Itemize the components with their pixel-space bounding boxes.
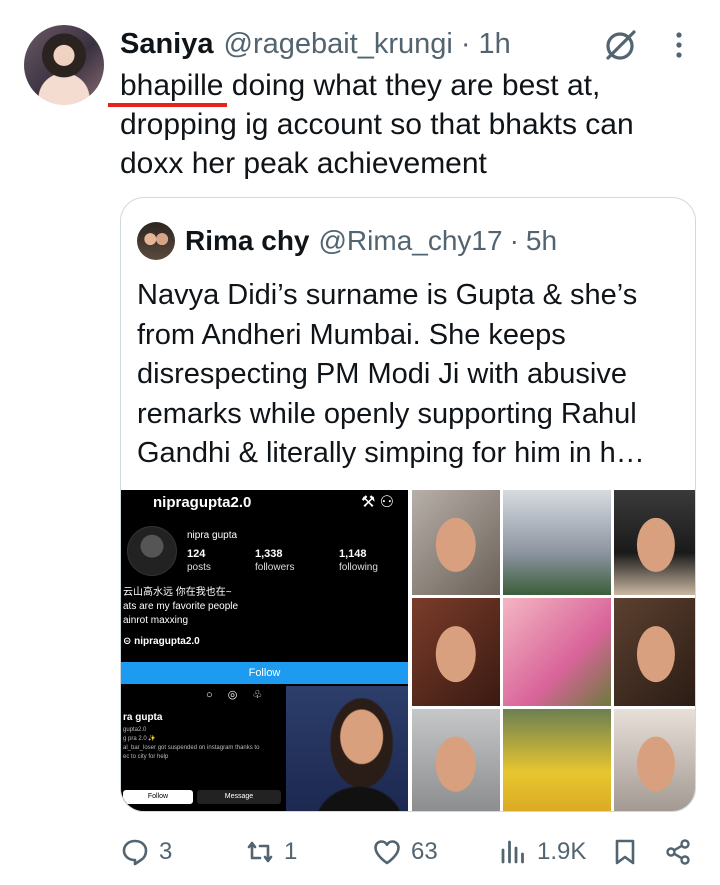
reply-count: 3 [159,838,173,865]
selfie-photo [286,686,408,811]
share-icon [666,839,690,865]
reply-icon [122,839,148,866]
heart-icon [374,840,400,865]
ig-following-stat: 1,148 following [339,548,378,573]
views-button[interactable]: 1.9K [498,834,586,870]
collage-photo [614,598,695,706]
collage-photo [503,490,611,595]
ig-posts-stat: 124 posts [187,548,211,573]
view-count: 1.9K [537,838,587,865]
tweet-time[interactable]: 1h [479,28,511,61]
collage-photo [503,598,611,706]
ig-bio: 云山高水远 你在我也在~ ats are my favorite people … [123,587,239,626]
collage-photo [412,709,500,811]
repost-icon [247,841,273,863]
ig2-details: gupta2.0 g pra 2.0 ✨ al_bar_loser got su… [123,727,260,760]
author-name[interactable]: Saniya [120,28,214,61]
tweet-text: bhapille doing what they are best at, dr… [120,66,690,183]
share-button[interactable] [663,834,693,870]
quote-header: Rima chy @Rima_chy17 · 5h [185,221,557,261]
media-grid[interactable]: nipragupta2.0 ⚒ ⚇ nipra gupta 124 posts 1… [121,490,695,811]
bookmark-icon [615,839,635,865]
ig-display-name: nipra gupta [187,530,238,541]
quoted-tweet[interactable]: Rima chy @Rima_chy17 · 5h Navya Didi’s s… [120,197,696,812]
quote-time: 5h [525,225,558,256]
photo-collage[interactable] [412,490,695,811]
collage-photo [412,490,500,595]
repost-button[interactable]: 1 [245,834,297,870]
author-avatar[interactable] [24,25,104,105]
like-button[interactable]: 63 [372,834,438,870]
collage-photo [614,490,695,595]
more-options-icon[interactable] [668,30,690,60]
collage-photo [614,709,695,811]
collage-photo [503,709,611,811]
tweet-actions-bar: 3 1 63 1.9K [0,820,720,885]
ig-username: nipragupta2.0 [153,494,252,511]
collage-photo [412,598,500,706]
separator-dot: · [509,225,519,256]
ig2-name: ra gupta [123,712,163,723]
ig2-icons: ○ ◎ ♧ [206,689,269,701]
like-count: 63 [411,838,438,865]
ig-profile-picture [127,526,177,576]
repost-count: 1 [284,838,298,865]
tweet-header: Saniya @ragebait_krungi · 1h [120,24,511,64]
separator-dot: · [460,27,471,60]
ig2-follow-button: Follow [123,790,193,804]
ig-header-icons: ⚒ ⚇ [361,494,395,511]
quote-author-handle[interactable]: @Rima_chy17 [319,225,503,257]
ig2-message-button: Message [197,790,281,804]
quote-text: Navya Didi’s surname is Gupta & she’s fr… [137,279,645,469]
grok-icon[interactable] [603,27,639,63]
instagram-screenshot[interactable]: nipragupta2.0 ⚒ ⚇ nipra gupta 124 posts 1… [121,490,408,811]
author-handle[interactable]: @ragebait_krungi [224,28,453,61]
quote-author-avatar[interactable] [137,222,175,260]
quote-author-name[interactable]: Rima chy [185,225,310,257]
reply-button[interactable]: 3 [120,834,172,870]
ig-follow-button: Follow [121,662,408,684]
ig-second-screenshot: ○ ◎ ♧ ra gupta gupta2.0 g pra 2.0 ✨ al_b… [121,686,286,811]
ig-link: ⊝ nipragupta2.0 [123,636,200,647]
highlighted-word: bhapille [120,69,224,102]
views-icon [501,840,524,864]
bookmark-button[interactable] [610,834,640,870]
ig-followers-stat: 1,338 followers [255,548,295,573]
